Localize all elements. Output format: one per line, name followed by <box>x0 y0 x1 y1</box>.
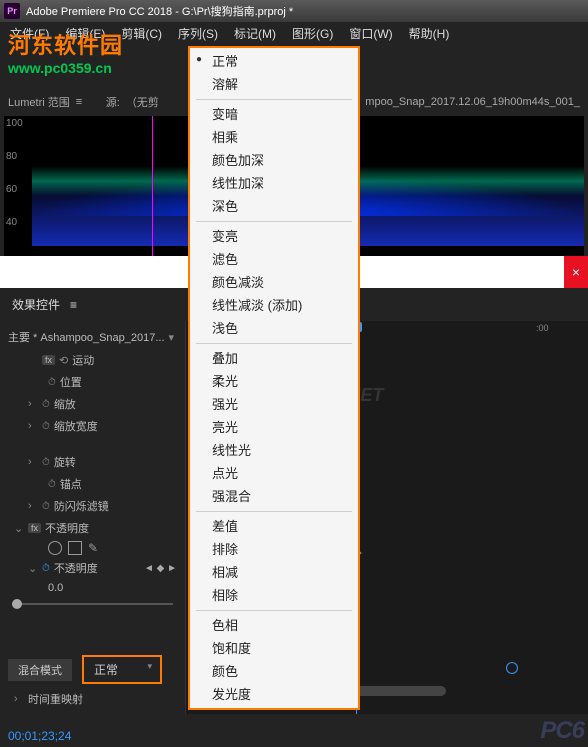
panel-menu-icon[interactable] <box>76 96 88 108</box>
blend-option[interactable]: 正常 <box>190 50 358 73</box>
blend-option[interactable]: 变暗 <box>190 103 358 126</box>
blend-option[interactable]: 强光 <box>190 393 358 416</box>
menu-marker[interactable]: 标记(M) <box>226 23 284 44</box>
blend-option[interactable]: 颜色加深 <box>190 149 358 172</box>
blend-option[interactable]: 差值 <box>190 515 358 538</box>
blend-mode-highlight: 正常 <box>82 655 162 684</box>
close-icon[interactable]: × <box>564 256 588 288</box>
blend-mode-label: 混合模式 <box>8 659 72 681</box>
tab-sequence-name[interactable]: mpoo_Snap_2017.12.06_19h00m44s_001_ <box>365 96 580 108</box>
panel-menu-icon[interactable] <box>70 298 82 312</box>
watermark-url: www.pc0359.cn <box>8 60 123 76</box>
title-bar: Pr Adobe Premiere Pro CC 2018 - G:\Pr\搜狗… <box>0 0 588 22</box>
mask-pen-icon[interactable]: ✎ <box>88 541 102 555</box>
blend-option[interactable]: 滤色 <box>190 248 358 271</box>
mask-ellipse-icon[interactable] <box>48 541 62 555</box>
blend-mode-row: 混合模式 正常 <box>0 651 185 688</box>
blend-option[interactable]: 变亮 <box>190 225 358 248</box>
blend-option[interactable]: 颜色减淡 <box>190 271 358 294</box>
opacity-slider[interactable] <box>0 597 185 611</box>
blend-option[interactable]: 相乘 <box>190 126 358 149</box>
master-clip-label[interactable]: 主要 * Ashampoo_Snap_2017... ▾ <box>0 325 185 349</box>
blend-option[interactable]: 颜色 <box>190 660 358 683</box>
tab-source[interactable]: 源: （无剪 <box>106 94 159 110</box>
blend-option[interactable]: 亮光 <box>190 416 358 439</box>
prop-position[interactable]: ⏱ 位置 <box>0 371 185 393</box>
blend-option[interactable]: 线性光 <box>190 439 358 462</box>
prop-time-remap[interactable]: › 时间重映射 <box>0 688 185 710</box>
app-icon: Pr <box>4 3 20 19</box>
blend-option[interactable]: 排除 <box>190 538 358 561</box>
selected-bullet-icon: ● <box>196 54 202 65</box>
menu-separator <box>196 511 352 512</box>
menu-separator <box>196 99 352 100</box>
blend-option[interactable]: 叠加 <box>190 347 358 370</box>
watermark-overlay: 河东软件园 www.pc0359.cn <box>8 28 123 76</box>
blend-mode-dropdown[interactable]: 正常 <box>86 659 158 680</box>
blend-option[interactable]: 发光度 <box>190 683 358 706</box>
window-title: Adobe Premiere Pro CC 2018 - G:\Pr\搜狗指南.… <box>26 3 293 19</box>
prop-motion[interactable]: fx⟲ 运动 <box>0 349 185 371</box>
effects-property-list: 主要 * Ashampoo_Snap_2017... ▾ fx⟲ 运动 ⏱ 位置… <box>0 321 185 714</box>
blend-option[interactable]: 相减 <box>190 561 358 584</box>
blend-option[interactable]: 深色 <box>190 195 358 218</box>
blend-option[interactable]: 饱和度 <box>190 637 358 660</box>
watermark-title: 河东软件园 <box>8 28 123 60</box>
prop-scale[interactable]: ›⏱ 缩放 <box>0 393 185 415</box>
menu-window[interactable]: 窗口(W) <box>341 23 400 44</box>
mask-shape-buttons: ✎ <box>0 539 185 557</box>
prop-rotation[interactable]: ›⏱ 旋转 <box>0 451 185 473</box>
menu-sequence[interactable]: 序列(S) <box>170 23 226 44</box>
prop-anchor[interactable]: ⏱ 锚点 <box>0 473 185 495</box>
scope-axis: 100 80 60 40 <box>6 118 23 250</box>
blend-option[interactable]: 线性减淡 (添加) <box>190 294 358 317</box>
opacity-value[interactable]: 0.0 <box>0 579 185 597</box>
mask-rectangle-icon[interactable] <box>68 541 82 555</box>
blend-mode-menu: ● 正常溶解变暗相乘颜色加深线性加深深色变亮滤色颜色减淡线性减淡 (添加)浅色叠… <box>188 46 360 710</box>
blend-option[interactable]: 相除 <box>190 584 358 607</box>
blend-option[interactable]: 浅色 <box>190 317 358 340</box>
timecode-display[interactable]: 00;01;23;24 <box>8 729 71 743</box>
menu-help[interactable]: 帮助(H) <box>401 23 458 44</box>
menu-separator <box>196 221 352 222</box>
corner-watermark: PC6 <box>540 717 584 745</box>
blend-option[interactable]: 点光 <box>190 462 358 485</box>
blend-option[interactable]: 色相 <box>190 614 358 637</box>
blend-option[interactable]: 溶解 <box>190 73 358 96</box>
menu-graphics[interactable]: 图形(G) <box>284 23 341 44</box>
prop-opacity-group[interactable]: ⌄fx 不透明度 <box>0 517 185 539</box>
prop-antiflicker[interactable]: ›⏱ 防闪烁滤镜 <box>0 495 185 517</box>
prop-opacity[interactable]: ⌄⏱ 不透明度◄ ◆ ► <box>0 557 185 579</box>
tab-lumetri-scopes[interactable]: Lumetri 范围 <box>8 94 88 110</box>
menu-separator <box>196 343 352 344</box>
blend-option[interactable]: 线性加深 <box>190 172 358 195</box>
blend-option[interactable]: 柔光 <box>190 370 358 393</box>
timeline-marker-icon[interactable] <box>506 662 518 674</box>
prop-scale-width[interactable]: ›⏱ 缩放宽度 <box>0 415 185 437</box>
menu-separator <box>196 610 352 611</box>
blend-option[interactable]: 强混合 <box>190 485 358 508</box>
